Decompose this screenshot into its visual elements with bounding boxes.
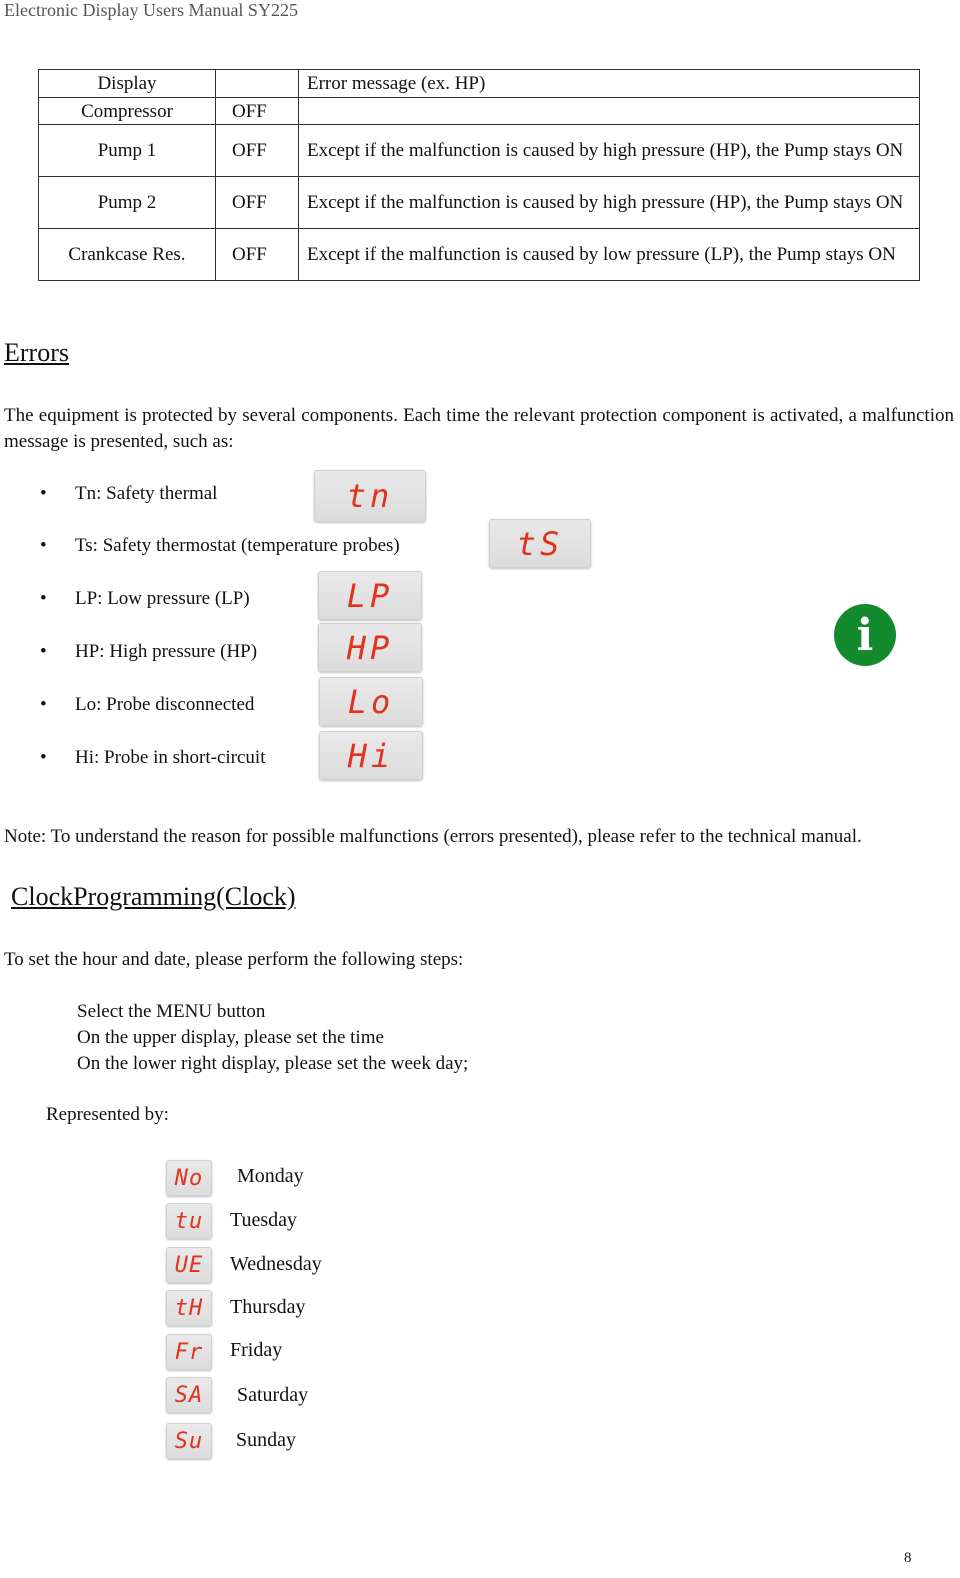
day-label-sunday: Sunday [236,1429,296,1451]
table-row: Compressor OFF [38,97,920,125]
note-cell: Except if the malfunction is caused by h… [298,124,920,177]
state-cell [215,69,299,98]
bullet-icon: • [40,694,47,715]
error-description: Tn: Safety thermal [75,483,218,504]
page-number: 8 [904,1550,912,1566]
component-cell: Pump 1 [38,124,216,177]
note-cell: Except if the malfunction is caused by h… [298,176,920,229]
lcd-day-tuesday: tu [166,1203,212,1239]
day-label-friday: Friday [230,1339,283,1361]
lcd-day-friday: Fr [166,1334,212,1370]
bullet-icon: • [40,641,47,662]
component-cell: Crankcase Res. [38,228,216,281]
lcd-day-sunday: Su [166,1423,212,1459]
lcd-day-saturday: SA [166,1377,212,1413]
document-header-title: Electronic Display Users Manual SY225 [4,0,298,20]
error-description: Hi: Probe in short-circuit [75,747,266,768]
clock-step: On the lower right display, please set t… [77,1053,469,1074]
info-icon: i [834,604,896,666]
error-description: HP: High pressure (HP) [75,641,258,662]
error-description: Ts: Safety thermostat (temperature probe… [75,535,400,556]
table-row: Display Error message (ex. HP) [38,69,920,98]
component-cell: Display [38,69,216,98]
errors-heading: Errors [4,338,69,367]
day-label-thursday: Thursday [230,1296,306,1318]
lcd-day-wednesday: UE [166,1247,212,1283]
component-cell: Compressor [38,97,216,125]
note-cell: Except if the malfunction is caused by l… [298,228,920,281]
note-cell [298,97,920,125]
table-row: Crankcase Res. OFF Except if the malfunc… [38,228,920,281]
state-cell: OFF [215,228,299,281]
lcd-display-lo: Lo [319,677,423,726]
bullet-icon: • [40,747,47,768]
note-cell: Error message (ex. HP) [298,69,920,98]
lcd-day-thursday: tH [166,1290,212,1326]
error-description: Lo: Probe disconnected [75,694,255,715]
clock-step: Select the MENU button [77,1001,266,1022]
clock-heading: ClockProgramming(Clock) [11,882,296,911]
bullet-icon: • [40,483,47,504]
errors-intro: The equipment is protected by several co… [4,405,954,452]
component-state-table: Display Error message (ex. HP) Compresso… [38,69,920,281]
component-cell: Pump 2 [38,176,216,229]
lcd-display-tn: tn [314,470,426,522]
state-cell: OFF [215,176,299,229]
lcd-display-hi: Hi [319,731,423,780]
lcd-display-hp: HP [318,623,422,672]
state-cell: OFF [215,97,299,125]
bullet-icon: • [40,588,47,609]
bullet-icon: • [40,535,47,556]
table-row: Pump 1 OFF Except if the malfunction is … [38,124,920,177]
represented-by-label: Represented by: [46,1104,169,1125]
table-row: Pump 2 OFF Except if the malfunction is … [38,176,920,229]
day-label-saturday: Saturday [237,1384,309,1406]
state-cell: OFF [215,124,299,177]
error-description: LP: Low pressure (LP) [75,588,250,609]
day-label-wednesday: Wednesday [230,1253,322,1275]
lcd-display-lp: LP [318,571,422,620]
day-label-tuesday: Tuesday [230,1209,298,1231]
lcd-display-ts: tS [489,519,591,568]
clock-intro: To set the hour and date, please perform… [4,949,464,970]
day-label-monday: Monday [237,1165,304,1187]
lcd-day-monday: No [166,1160,212,1196]
errors-note: Note: To understand the reason for possi… [4,826,862,847]
clock-step: On the upper display, please set the tim… [77,1027,384,1048]
